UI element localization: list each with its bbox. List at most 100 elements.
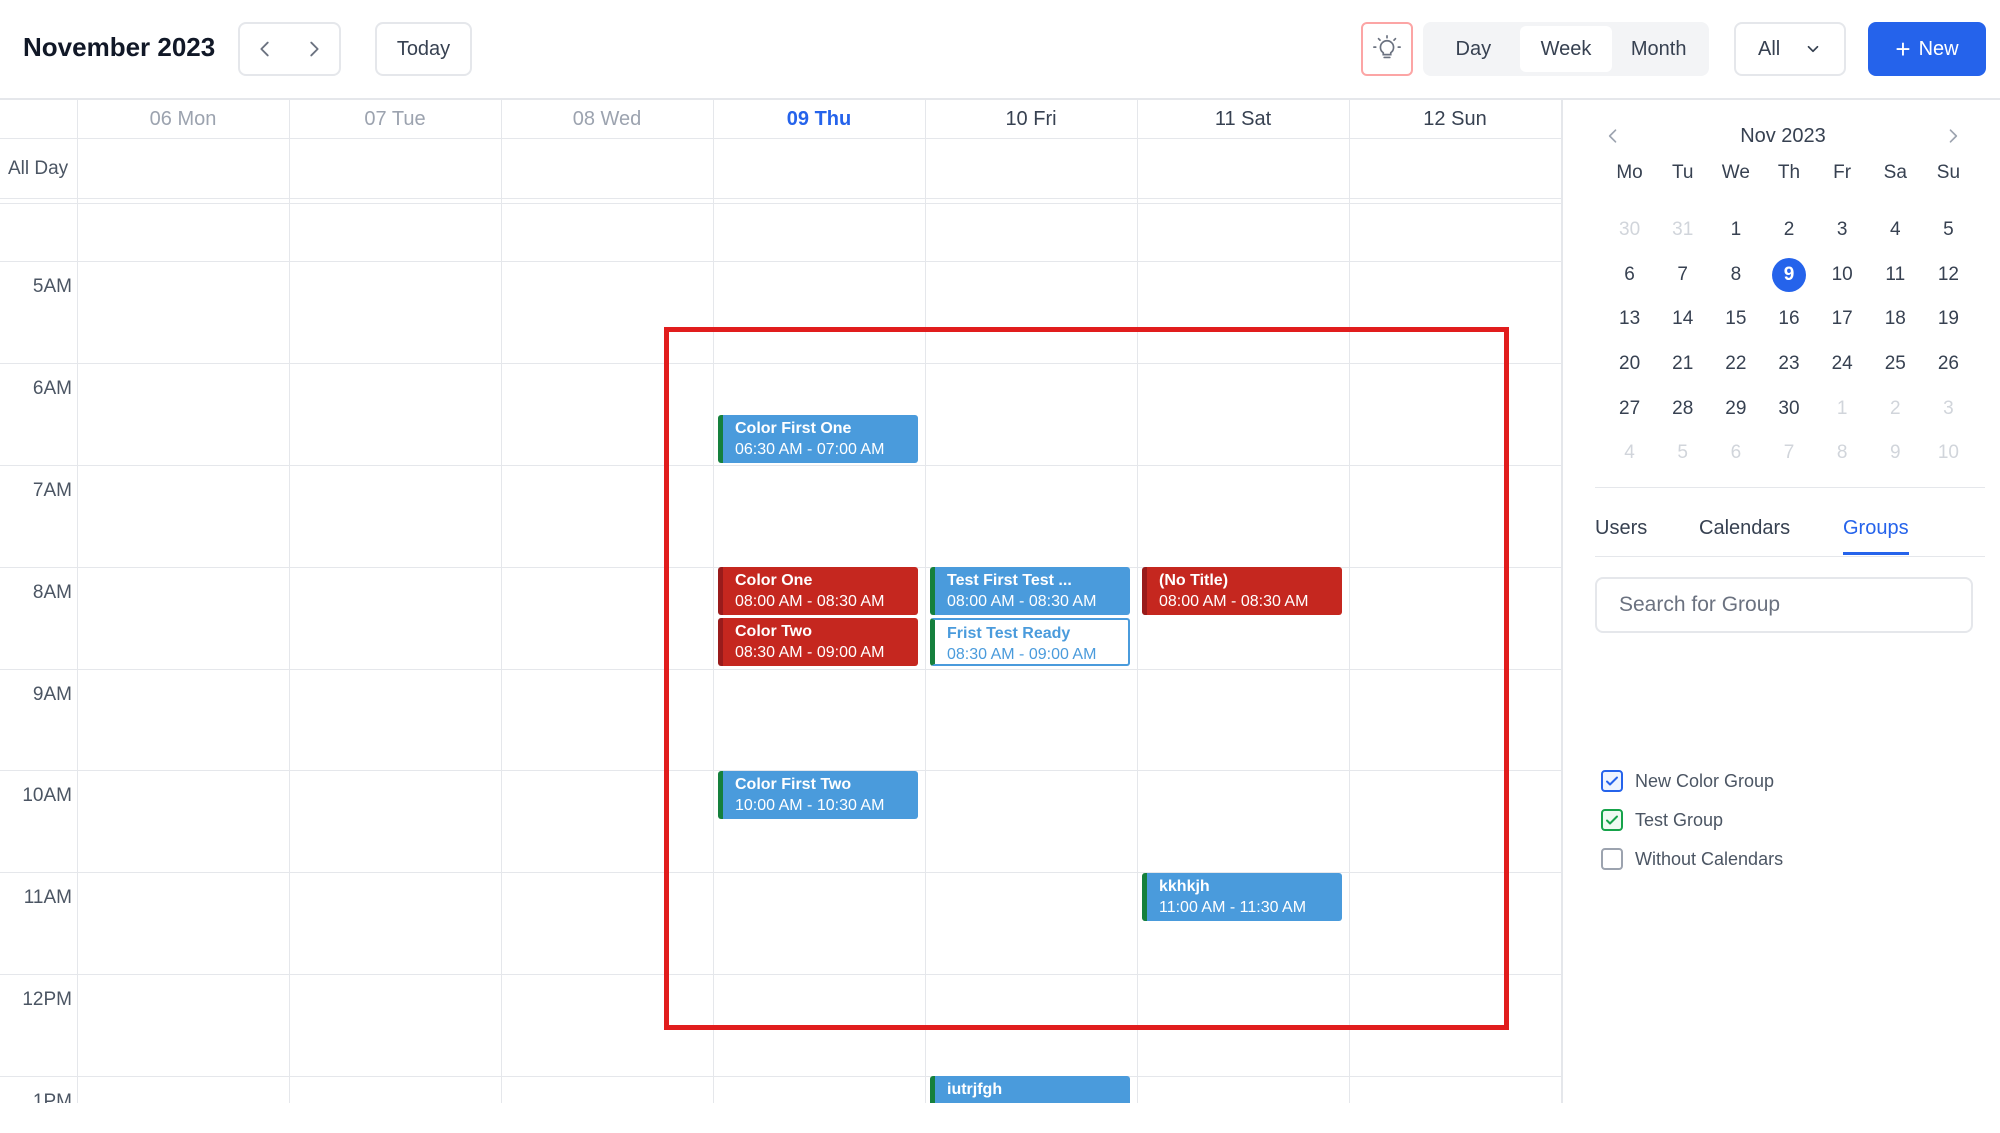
mini-calendar-day[interactable]: 12 <box>1922 253 1975 298</box>
mini-calendar-day[interactable]: 25 <box>1869 342 1922 387</box>
mini-calendar-day[interactable]: 16 <box>1762 297 1815 342</box>
group-item-new-color-group[interactable]: New Color Group <box>1601 766 1774 796</box>
tab-users[interactable]: Users <box>1595 517 1647 552</box>
view-day-option[interactable]: Day <box>1427 26 1520 72</box>
calendar-event[interactable]: Frist Test Ready 08:30 AM - 09:00 AM <box>930 618 1130 666</box>
mini-calendar-day[interactable]: 4 <box>1603 431 1656 476</box>
checkbox[interactable] <box>1601 809 1623 831</box>
view-month-option[interactable]: Month <box>1612 26 1705 72</box>
day-header-sat[interactable]: 11 Sat <box>1137 100 1349 138</box>
day-header-fri[interactable]: 10 Fri <box>925 100 1137 138</box>
mini-calendar-day[interactable]: 23 <box>1762 342 1815 387</box>
grid-line <box>289 100 290 1103</box>
calendar-event[interactable]: Color First Two 10:00 AM - 10:30 AM <box>718 771 918 819</box>
mini-calendar-day[interactable]: 17 <box>1816 297 1869 342</box>
calendar-event[interactable]: kkhkjh 11:00 AM - 11:30 AM <box>1142 873 1342 921</box>
day-header-thu[interactable]: 09 Thu <box>713 100 925 138</box>
mini-calendar-day[interactable]: 31 <box>1656 208 1709 253</box>
new-event-button[interactable]: + New <box>1868 22 1986 76</box>
chevron-right-icon[interactable] <box>1943 126 1963 146</box>
mini-calendar-day[interactable]: 5 <box>1656 431 1709 476</box>
mini-calendar-day[interactable]: 26 <box>1922 342 1975 387</box>
mini-calendar-day-number: 9 <box>1889 442 1901 464</box>
mini-calendar-day-number: 1 <box>1730 219 1742 241</box>
mini-calendar-day[interactable]: 1 <box>1709 208 1762 253</box>
mini-calendar-day[interactable]: 30 <box>1603 208 1656 253</box>
grid-line <box>1349 100 1350 1103</box>
mini-calendar-day[interactable]: 28 <box>1656 386 1709 431</box>
day-header-sun[interactable]: 12 Sun <box>1349 100 1561 138</box>
mini-calendar-day-number: 28 <box>1672 397 1694 419</box>
mini-calendar-day[interactable]: 22 <box>1709 342 1762 387</box>
mini-calendar-day[interactable]: 14 <box>1656 297 1709 342</box>
mini-calendar-days: 30 31 1 2 3 4 5 6 7 8 9 10 11 12 13 14 15 16 17 18 19 20 21 22 2… <box>1603 208 1975 476</box>
group-item-without-calendars[interactable]: Without Calendars <box>1601 844 1783 874</box>
mini-calendar-day[interactable]: 8 <box>1709 253 1762 298</box>
calendar-event[interactable]: Test First Test ... 08:00 AM - 08:30 AM <box>930 567 1130 615</box>
mini-calendar-day[interactable]: 24 <box>1816 342 1869 387</box>
grid-line <box>0 669 1561 670</box>
calendar-event[interactable]: Color First One 06:30 AM - 07:00 AM <box>718 415 918 463</box>
mini-calendar-day[interactable]: 10 <box>1922 431 1975 476</box>
mini-calendar-day[interactable]: 5 <box>1922 208 1975 253</box>
group-search-input[interactable] <box>1619 593 1949 617</box>
mini-calendar-day[interactable]: 29 <box>1709 386 1762 431</box>
mini-calendar-day[interactable]: 3 <box>1816 208 1869 253</box>
mini-calendar-day[interactable]: 7 <box>1656 253 1709 298</box>
mini-calendar-day[interactable]: 6 <box>1603 253 1656 298</box>
time-label-5am: 5AM <box>32 276 72 297</box>
mini-calendar-day[interactable]: 9 <box>1869 431 1922 476</box>
mini-calendar-day-number: 26 <box>1937 353 1959 375</box>
event-title: Test First Test ... <box>947 572 1072 589</box>
mini-calendar-day[interactable]: 1 <box>1816 386 1869 431</box>
checkbox[interactable] <box>1601 848 1623 870</box>
calendar-event[interactable]: Color One 08:00 AM - 08:30 AM <box>718 567 918 615</box>
previous-week-button[interactable] <box>240 24 290 74</box>
mini-calendar-day[interactable]: 2 <box>1762 208 1815 253</box>
day-header-tue[interactable]: 07 Tue <box>289 100 501 138</box>
mini-calendar-day[interactable]: 7 <box>1762 431 1815 476</box>
tab-calendars[interactable]: Calendars <box>1699 517 1790 552</box>
filter-select[interactable]: All <box>1734 22 1846 76</box>
tab-groups[interactable]: Groups <box>1843 517 1909 555</box>
mini-calendar-day-number: 2 <box>1783 219 1795 241</box>
time-label-6am: 6AM <box>32 378 72 399</box>
day-header-mon[interactable]: 06 Mon <box>77 100 289 138</box>
mini-calendar-day[interactable]: 4 <box>1869 208 1922 253</box>
event-title: Frist Test Ready <box>947 625 1071 642</box>
mini-calendar-day[interactable]: 11 <box>1869 253 1922 298</box>
mini-calendar-day[interactable]: 15 <box>1709 297 1762 342</box>
calendar-header: November 2023 Today Day Week Month All +… <box>0 0 2000 100</box>
view-switcher: Day Week Month <box>1423 22 1709 76</box>
mini-calendar-day[interactable]: 2 <box>1869 386 1922 431</box>
mini-calendar-day[interactable]: 3 <box>1922 386 1975 431</box>
mini-calendar-day[interactable]: 10 <box>1816 253 1869 298</box>
mini-calendar-day[interactable]: 8 <box>1816 431 1869 476</box>
checkbox[interactable] <box>1601 770 1623 792</box>
mini-calendar-day-selected[interactable]: 9 <box>1762 253 1815 298</box>
mini-calendar-day[interactable]: 13 <box>1603 297 1656 342</box>
mini-calendar-day-number: 11 <box>1885 263 1906 285</box>
calendar-event[interactable]: iutrjfgh <box>930 1076 1130 1103</box>
mini-calendar-day-number: 30 <box>1778 397 1800 419</box>
mini-calendar-day[interactable]: 6 <box>1709 431 1762 476</box>
theme-toggle-button[interactable] <box>1361 22 1413 76</box>
view-week-option[interactable]: Week <box>1519 26 1613 72</box>
calendar-event[interactable]: (No Title) 08:00 AM - 08:30 AM <box>1142 567 1342 615</box>
lightbulb-icon <box>1373 35 1401 59</box>
group-item-test-group[interactable]: Test Group <box>1601 805 1723 835</box>
mini-calendar-day-number: 19 <box>1937 308 1959 330</box>
calendar-event[interactable]: Color Two 08:30 AM - 09:00 AM <box>718 618 918 666</box>
mini-calendar-day[interactable]: 30 <box>1762 386 1815 431</box>
mini-calendar-day[interactable]: 27 <box>1603 386 1656 431</box>
grid-line <box>713 100 714 1103</box>
chevron-left-icon[interactable] <box>1603 126 1623 146</box>
today-button[interactable]: Today <box>375 22 472 76</box>
next-week-button[interactable] <box>290 24 340 74</box>
mini-calendar-day[interactable]: 19 <box>1922 297 1975 342</box>
day-header-wed[interactable]: 08 Wed <box>501 100 713 138</box>
mini-calendar-day[interactable]: 18 <box>1869 297 1922 342</box>
mini-calendar-day[interactable]: 20 <box>1603 342 1656 387</box>
mini-calendar-day-number: 18 <box>1884 308 1906 330</box>
mini-calendar-day[interactable]: 21 <box>1656 342 1709 387</box>
